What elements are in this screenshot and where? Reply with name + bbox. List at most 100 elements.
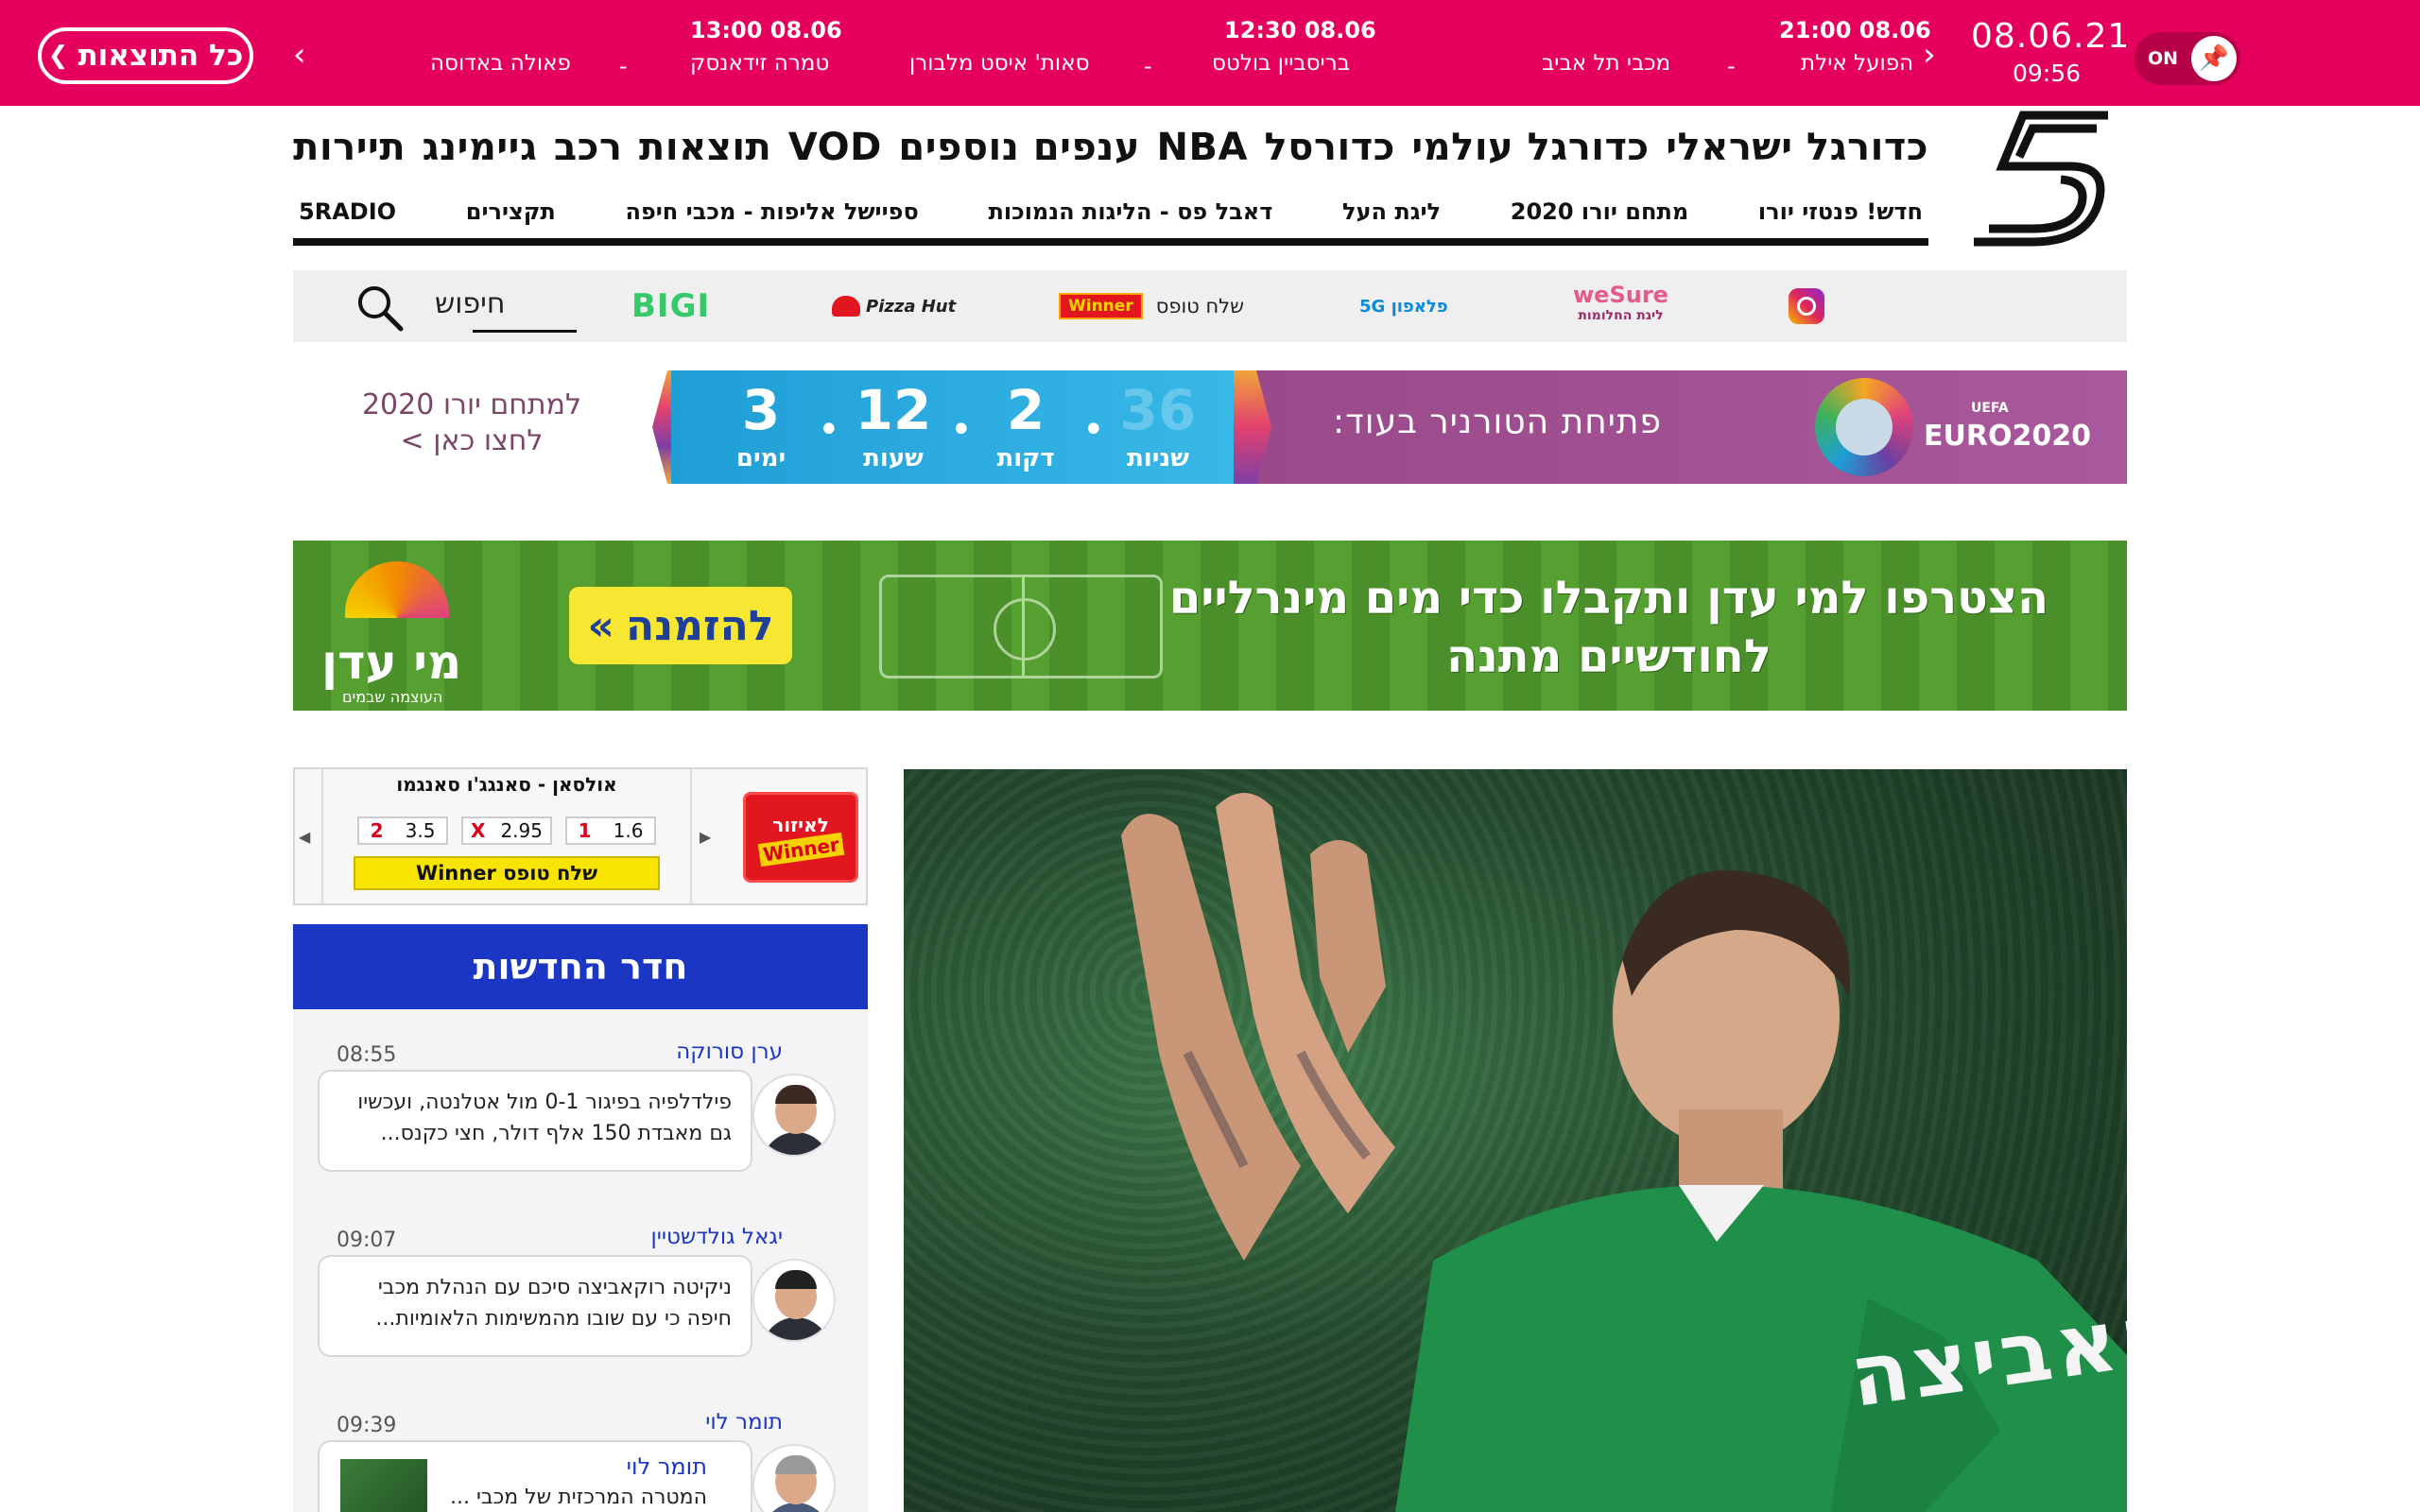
sport5-logo[interactable]: [1966, 108, 2116, 251]
odd-value: 2.95: [500, 819, 543, 842]
nav-results[interactable]: תוצאות: [639, 126, 771, 169]
pin-icon: 📌: [2191, 36, 2237, 81]
winner-brand: Winner: [757, 832, 844, 868]
search-underline: [473, 330, 577, 333]
wesure-sponsor[interactable]: weSure ליגת החלומות: [1573, 282, 1668, 323]
ticker-pin-toggle[interactable]: ON 📌: [2135, 32, 2240, 85]
match-time: 08.06 13:00: [690, 17, 842, 43]
bigi-sponsor[interactable]: BIGI: [631, 287, 710, 325]
odd-key: X: [471, 819, 486, 842]
news-author[interactable]: ערן סורוקה: [676, 1040, 783, 1064]
news-item[interactable]: ערן סורוקה 08:55 פילדלפיה בפיגור 0-1 מול…: [293, 1009, 868, 1189]
subnav-premier-league[interactable]: ליגת העל: [1342, 198, 1441, 225]
nav-israeli-football[interactable]: כדורגל ישראלי: [1666, 126, 1928, 169]
odd-draw[interactable]: X 2.95: [461, 816, 552, 845]
euro-hub-line2: לחצו כאן >: [400, 424, 544, 457]
divider: [690, 769, 692, 903]
mei-eden-ad[interactable]: הצטרפו למי עדן ותקבלו כדי מים מינרליים ל…: [293, 541, 2127, 711]
nav-tourism[interactable]: תיירות: [293, 126, 406, 169]
sponsors-strip: חיפוש BIGI Pizza Hut Winner שלח טופס פלא…: [293, 270, 2127, 342]
toggle-label: ON: [2148, 48, 2179, 69]
nav-vod[interactable]: VOD: [788, 126, 882, 169]
match-separator: -: [619, 53, 628, 79]
odd-away[interactable]: 2 3.5: [357, 816, 448, 845]
order-button[interactable]: להזמנה »: [569, 587, 792, 664]
search-icon[interactable]: [355, 284, 405, 333]
match-time: 08.06 12:30: [1224, 17, 1376, 43]
search-label: חיפוש: [435, 287, 506, 320]
match-home-team: טמרה זידאנסק: [690, 51, 830, 76]
ticker-match-2[interactable]: 08.06 12:30 בריסביין בולטס - סאות' איסט …: [908, 15, 1376, 91]
euro-countdown-banner[interactable]: למתחם יורו 2020 לחצו כאן > 3 ימים • 12 ש…: [293, 370, 2127, 484]
countdown-days-label: ימים: [735, 444, 786, 472]
odd-key: 2: [370, 819, 384, 842]
countdown-days: 3: [741, 378, 781, 442]
bet-next-icon[interactable]: ▶: [700, 828, 711, 846]
bet-match-title: אולסאן - סאנגג'ו סאנגמו: [396, 773, 617, 796]
news-time: 09:07: [337, 1228, 397, 1252]
send-form-button[interactable]: שלח טופס Winner: [354, 856, 660, 890]
news-thumbnail: [340, 1459, 427, 1512]
pelephone-sponsor[interactable]: פלאפון 5G: [1359, 287, 1448, 325]
news-time: 08:55: [337, 1043, 397, 1067]
ad-headline: הצטרפו למי עדן ותקבלו כדי מים מינרליים ל…: [1136, 569, 2082, 686]
euro-trophy-icon: [1815, 378, 1913, 476]
news-media-card[interactable]: תומר לוי המטרה המרכזית של מכבי ...: [318, 1440, 752, 1512]
pizzahut-sponsor[interactable]: Pizza Hut: [832, 287, 956, 325]
date-time: 08.06.21 09:56: [1971, 17, 2129, 87]
winner-zone-logo[interactable]: לאיזור Winner: [743, 792, 858, 883]
all-results-label: כל התוצאות: [78, 39, 244, 73]
nav-basketball[interactable]: כדורסל: [1265, 126, 1395, 169]
nav-nba[interactable]: NBA: [1157, 126, 1248, 169]
mei-eden-logo-icon: [345, 561, 449, 618]
nav-world-football[interactable]: כדורגל עולמי: [1411, 126, 1649, 169]
hero-photo[interactable]: רוקאביצה: [904, 769, 2127, 1512]
news-text[interactable]: ניקיטה רוקאביצה סיכם עם הנהלת מכבי חיפה …: [318, 1255, 752, 1357]
winner-logo: Winner: [1059, 293, 1143, 319]
newsroom-feed: ערן סורוקה 08:55 פילדלפיה בפיגור 0-1 מול…: [293, 1009, 868, 1512]
match-home-team: הפועל אילת: [1801, 51, 1914, 76]
author-avatar: [752, 1444, 836, 1512]
pizzahut-icon: [832, 296, 860, 317]
euro-tagline-panel: פתיחת הטורניר בעוד: UEFA EURO2020: [1248, 370, 2127, 484]
odd-home[interactable]: 1 1.6: [565, 816, 656, 845]
news-item[interactable]: יגאל גולדשטיין 09:07 ניקיטה רוקאביצה סיכ…: [293, 1194, 868, 1374]
ticker-match-1[interactable]: 08.06 21:00 הפועל אילת - מכבי תל אביב: [1536, 15, 1931, 91]
subnav-euro-2020[interactable]: מתחם יורו 2020: [1511, 198, 1688, 225]
nav-other-sports[interactable]: ענפים נוספים: [898, 126, 1140, 169]
subnav-divider: [293, 238, 1928, 246]
news-card-text: המטרה המרכזית של מכבי ...: [450, 1486, 707, 1509]
odd-value: 3.5: [405, 819, 436, 842]
match-home-team: בריסביין בולטס: [1212, 51, 1350, 76]
all-results-button[interactable]: כל התוצאות ❯: [38, 27, 253, 84]
pelephone-logo: פלאפון 5G: [1359, 296, 1448, 317]
news-item[interactable]: תומר לוי 09:39 תומר לוי המטרה המרכזית של…: [293, 1380, 868, 1512]
ad-headline-line2: לחודשיים מתנה: [1446, 630, 1772, 683]
news-text[interactable]: פילדלפיה בפיגור 0-1 מול אטלנטה, ועכשיו ג…: [318, 1070, 752, 1172]
ticker-match-3[interactable]: 08.06 13:00 טמרה זידאנסק - פאולה באדוסה: [421, 15, 842, 91]
match-separator: -: [1144, 53, 1152, 79]
instagram-icon: [1789, 288, 1824, 324]
news-author[interactable]: תומר לוי: [705, 1410, 783, 1435]
subnav-5radio[interactable]: 5RADIO: [299, 198, 396, 225]
ticker-prev-arrow[interactable]: ‹: [293, 36, 306, 74]
subnav-double-pass[interactable]: דאבל פס - הליגות הנמוכות: [988, 198, 1272, 225]
winner-sponsor[interactable]: Winner שלח טופס: [1059, 287, 1244, 325]
instagram-sponsor[interactable]: [1789, 287, 1824, 325]
news-time: 09:39: [337, 1414, 397, 1437]
wesure-logo: weSure: [1573, 282, 1668, 308]
match-away-team: מכבי תל אביב: [1542, 51, 1671, 76]
subnav-highlights[interactable]: תקצירים: [466, 198, 556, 225]
news-author[interactable]: יגאל גולדשטיין: [650, 1225, 783, 1249]
search-box[interactable]: חיפוש: [350, 278, 577, 335]
nav-cars[interactable]: רכב: [554, 126, 623, 169]
uefa-label: UEFA: [1971, 401, 2009, 416]
subnav-fantasy-euro[interactable]: חדש! פנטזי יורו: [1758, 198, 1923, 225]
subnav-championship-special[interactable]: ספיישל אליפות - מכבי חיפה: [625, 198, 918, 225]
bet-prev-icon[interactable]: ◀: [299, 828, 310, 846]
chevron-left-icon: ❯: [47, 42, 69, 70]
newsroom-title[interactable]: חדר החדשות: [293, 924, 868, 1009]
nav-gaming[interactable]: גיימינג: [423, 126, 538, 169]
euro-hub-link[interactable]: למתחם יורו 2020 לחצו כאן >: [335, 387, 609, 459]
ticker-next-arrow[interactable]: ›: [1923, 36, 1936, 74]
